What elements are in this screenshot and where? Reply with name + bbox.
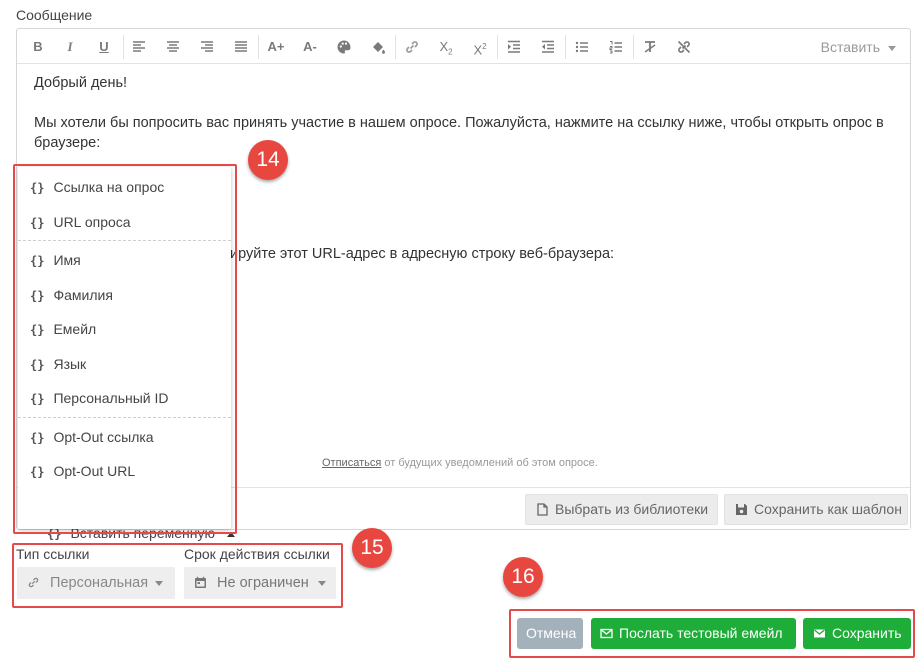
bullet-list-icon[interactable] — [571, 37, 593, 57]
align-right-icon[interactable] — [196, 37, 218, 57]
indent-icon[interactable] — [503, 37, 525, 57]
cancel-button[interactable]: Отмена — [517, 618, 583, 649]
align-justify-icon[interactable] — [230, 37, 252, 57]
body-line-1: Мы хотели бы попросить вас принять участ… — [34, 115, 884, 131]
editor-toolbar: B I U A+ A- X2 X2 Вставить — [17, 29, 910, 64]
superscript-button[interactable]: X2 — [469, 37, 491, 57]
annotation-badge-16: 16 — [503, 557, 543, 597]
italic-button[interactable]: I — [59, 37, 81, 57]
body-line-3: ируйте этот URL-адрес в адресную строку … — [230, 246, 615, 262]
chevron-down-icon — [888, 45, 896, 51]
insert-dropdown[interactable]: Вставить — [821, 37, 896, 57]
palette-icon[interactable] — [333, 37, 355, 57]
fill-color-icon[interactable] — [367, 37, 389, 57]
outdent-icon[interactable] — [537, 37, 559, 57]
file-icon — [537, 503, 548, 516]
message-label: Сообщение — [16, 7, 93, 23]
choose-from-library-button[interactable]: Выбрать из библиотеки — [525, 494, 718, 525]
unsubscribe-link[interactable]: Отписаться — [322, 457, 381, 469]
clear-format-icon[interactable] — [639, 37, 661, 57]
send-test-email-button[interactable]: Послать тестовый емейл — [591, 618, 796, 649]
annotation-badge-14: 14 — [248, 140, 288, 180]
envelope-icon — [814, 629, 825, 638]
font-size-increase-button[interactable]: A+ — [265, 37, 287, 57]
bold-button[interactable]: B — [27, 37, 49, 57]
align-center-icon[interactable] — [162, 37, 184, 57]
save-as-template-button[interactable]: Сохранить как шаблон — [724, 494, 908, 525]
insert-dropdown-label: Вставить — [820, 39, 880, 55]
annotation-box-15 — [12, 543, 343, 608]
greeting-text: Добрый день! — [34, 75, 128, 91]
numbered-list-icon[interactable] — [605, 37, 627, 57]
annotation-badge-15: 15 — [352, 528, 392, 568]
subscript-button[interactable]: X2 — [435, 37, 457, 57]
align-left-icon[interactable] — [128, 37, 150, 57]
body-line-2: браузере: — [34, 135, 101, 151]
unsubscribe-note: Отписаться от будущих уведомлений об это… — [322, 457, 598, 469]
save-button[interactable]: Сохранить — [803, 618, 911, 649]
link-icon[interactable] — [401, 37, 423, 57]
font-size-decrease-button[interactable]: A- — [299, 37, 321, 57]
annotation-box-14 — [13, 164, 237, 534]
floppy-disk-icon — [736, 504, 747, 515]
underline-button[interactable]: U — [93, 37, 115, 57]
envelope-icon — [600, 628, 613, 639]
no-link-icon[interactable] — [673, 37, 695, 57]
